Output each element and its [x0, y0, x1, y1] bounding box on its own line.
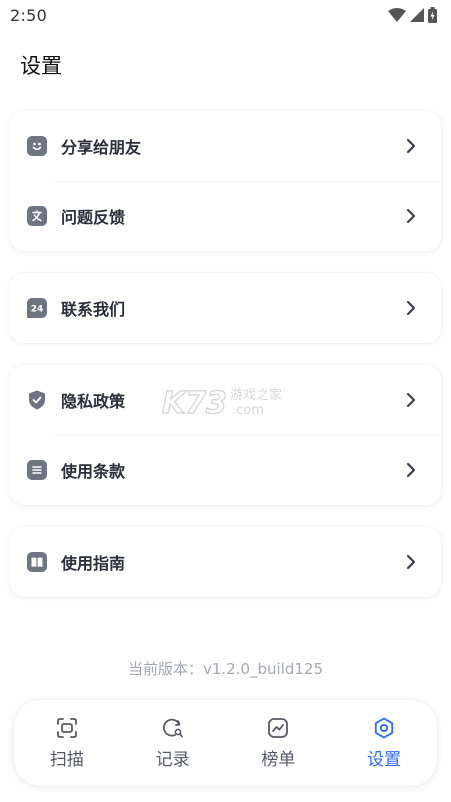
- chevron-right-icon: [406, 300, 416, 316]
- translate-icon: [27, 206, 47, 226]
- chevron-right-icon: [406, 138, 416, 154]
- shield-check-icon: [27, 390, 47, 410]
- battery-icon: [428, 7, 437, 23]
- tab-label: 记录: [155, 749, 190, 770]
- scan-icon: [56, 717, 77, 738]
- settings-card-legal: 隐私政策 使用条款: [10, 365, 441, 505]
- svg-text:24: 24: [31, 305, 44, 315]
- chevron-right-icon: [406, 462, 416, 478]
- page-title: 设置: [20, 54, 62, 78]
- trend-chart-icon: [268, 717, 289, 738]
- status-bar: 2:50: [0, 0, 451, 30]
- version-text: 当前版本：v1.2.0_build125: [127, 660, 324, 678]
- tab-label: 扫描: [49, 749, 84, 770]
- support-24h-icon: 24: [27, 298, 47, 318]
- settings-card-guide: 使用指南: [10, 527, 441, 597]
- tab-label: 榜单: [261, 749, 296, 770]
- menu-item-guide[interactable]: 使用指南: [10, 527, 441, 597]
- settings-card-contact: 24 联系我们: [10, 273, 441, 343]
- status-icons: [388, 7, 437, 23]
- book-icon: [27, 552, 47, 572]
- menu-item-label: 隐私政策: [61, 392, 126, 411]
- cell-signal-icon: [410, 8, 424, 22]
- menu-item-terms[interactable]: 使用条款: [10, 435, 441, 505]
- menu-item-privacy[interactable]: 隐私政策: [10, 365, 441, 435]
- chevron-right-icon: [406, 554, 416, 570]
- settings-card-share: 分享给朋友 问题反馈: [10, 111, 441, 251]
- menu-item-label: 联系我们: [61, 300, 126, 319]
- history-search-icon: [162, 718, 183, 737]
- tab-ranking[interactable]: 榜单: [226, 700, 332, 786]
- status-time: 2:50: [10, 5, 48, 25]
- tab-label: 设置: [367, 749, 402, 770]
- smile-icon: [27, 136, 47, 156]
- document-lines-icon: [27, 460, 47, 480]
- tab-settings[interactable]: 设置: [331, 700, 437, 786]
- menu-item-feedback[interactable]: 问题反馈: [10, 181, 441, 251]
- tab-history[interactable]: 记录: [120, 700, 226, 786]
- bottom-tab-bar: 扫描 记录 榜单 设置: [14, 700, 437, 786]
- menu-item-label: 使用指南: [61, 554, 126, 573]
- menu-item-label: 分享给朋友: [61, 138, 142, 157]
- chevron-right-icon: [406, 208, 416, 224]
- chevron-right-icon: [406, 392, 416, 408]
- menu-item-contact[interactable]: 24 联系我们: [10, 273, 441, 343]
- wifi-icon: [388, 8, 406, 22]
- menu-item-label: 使用条款: [61, 462, 126, 481]
- settings-icon: [375, 717, 394, 738]
- tab-scan[interactable]: 扫描: [14, 700, 120, 786]
- menu-item-label: 问题反馈: [61, 208, 126, 227]
- menu-item-share[interactable]: 分享给朋友: [10, 111, 441, 181]
